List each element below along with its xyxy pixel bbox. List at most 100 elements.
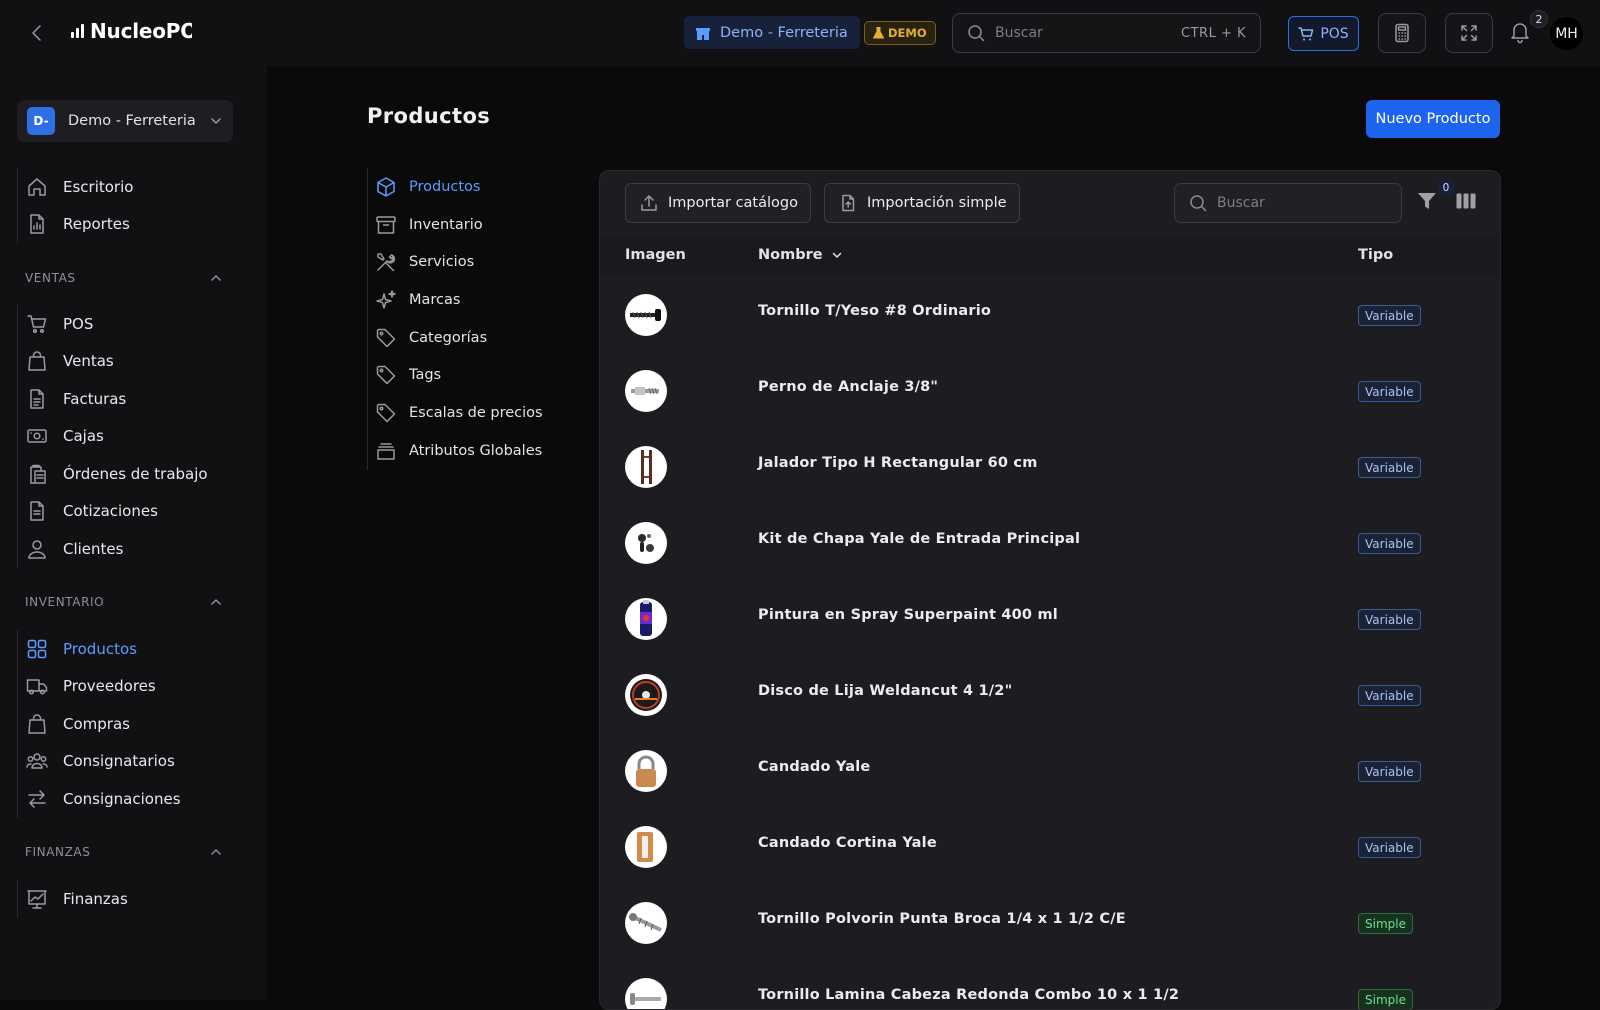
handle-icon <box>641 450 652 484</box>
product-thumbnail <box>625 902 667 944</box>
product-name: Tornillo Polvorin Punta Broca 1/4 x 1 1/… <box>758 911 1126 927</box>
subnav-item-categorias[interactable]: Categorías <box>368 319 543 357</box>
product-thumbnail <box>625 370 667 412</box>
table-search[interactable] <box>1174 183 1402 223</box>
type-badge: Variable <box>1358 685 1421 706</box>
columns-icon[interactable] <box>1456 193 1476 209</box>
sidebar-item-productos[interactable]: Productos <box>18 630 181 668</box>
org-badge: D- <box>27 107 55 135</box>
stack-icon <box>377 442 395 460</box>
table-row[interactable]: Tornillo T/Yeso #8 Ordinario Variable <box>600 277 1500 353</box>
section-finanzas[interactable]: FINANZAS <box>25 845 223 859</box>
subnav-label: Productos <box>409 178 481 195</box>
drill-screw-icon <box>629 913 662 932</box>
subnav-label: Inventario <box>409 216 483 233</box>
avatar[interactable]: MH <box>1550 17 1583 50</box>
arrows-icon <box>28 790 46 808</box>
subnav-item-atributos[interactable]: Atributos Globales <box>368 432 543 470</box>
type-badge: Simple <box>1358 913 1413 934</box>
type-badge: Variable <box>1358 761 1421 782</box>
sidebar-item-facturas[interactable]: Facturas <box>18 380 208 418</box>
sidebar-item-label: Proveedores <box>63 677 156 696</box>
subnav-item-escalas[interactable]: Escalas de precios <box>368 394 543 432</box>
tag-icon <box>376 328 396 347</box>
product-thumbnail <box>625 978 667 1009</box>
sidebar-item-proveedores[interactable]: Proveedores <box>18 668 181 706</box>
sidebar-item-ventas[interactable]: Ventas <box>18 343 208 381</box>
import-catalog-button[interactable]: Importar catálogo <box>625 183 811 223</box>
subnav-item-productos[interactable]: Productos <box>368 168 543 206</box>
subnav-item-servicios[interactable]: Servicios <box>368 243 543 281</box>
table-row[interactable]: Candado Yale Variable <box>600 733 1500 809</box>
product-thumbnail <box>625 750 667 792</box>
product-name: Candado Cortina Yale <box>758 835 937 851</box>
new-product-button[interactable]: Nuevo Producto <box>1366 100 1500 138</box>
org-selector[interactable]: D- Demo - Ferreteria <box>17 100 233 142</box>
sidebar-item-consignatarios[interactable]: Consignatarios <box>18 743 181 781</box>
sidebar-item-reportes[interactable]: Reportes <box>18 206 133 244</box>
table-row[interactable]: Tornillo Lamina Cabeza Redonda Combo 10 … <box>600 961 1500 1009</box>
table-row[interactable]: Jalador Tipo H Rectangular 60 cm Variabl… <box>600 429 1500 505</box>
fullscreen-button[interactable] <box>1445 13 1493 53</box>
table-search-input[interactable] <box>1217 195 1377 211</box>
global-search-input[interactable] <box>995 25 1155 41</box>
back-icon[interactable] <box>26 21 48 45</box>
store-icon <box>696 27 710 40</box>
subnav-item-tags[interactable]: Tags <box>368 356 543 394</box>
table-row[interactable]: Pintura en Spray Superpaint 400 ml Varia… <box>600 581 1500 657</box>
table-header: Imagen Nombre Tipo <box>600 235 1500 277</box>
subnav-label: Atributos Globales <box>409 442 543 459</box>
sidebar-item-escritorio[interactable]: Escritorio <box>18 168 133 206</box>
sidebar-item-label: POS <box>63 314 94 333</box>
sidebar-item-consignaciones[interactable]: Consignaciones <box>18 780 181 818</box>
sidebar-item-label: Reportes <box>63 215 130 234</box>
section-title: FINANZAS <box>25 845 91 859</box>
notifications-count: 2 <box>1530 10 1548 28</box>
subnav-item-inventario[interactable]: Inventario <box>368 206 543 244</box>
upload-icon <box>641 195 657 211</box>
nav-group-finanzas: Finanzas <box>17 880 128 918</box>
chart-icon <box>27 890 47 909</box>
bag-icon <box>28 714 46 734</box>
user-icon <box>28 540 46 559</box>
calculator-button[interactable] <box>1378 13 1426 53</box>
type-badge: Variable <box>1358 381 1421 402</box>
section-title: VENTAS <box>25 271 76 285</box>
sidebar-item-label: Escritorio <box>63 177 134 196</box>
filter-icon[interactable] <box>1417 191 1437 211</box>
sidebar-item-ordenes[interactable]: Órdenes de trabajo <box>18 455 208 493</box>
section-inventario[interactable]: INVENTARIO <box>25 595 223 609</box>
sidebar-item-finanzas[interactable]: Finanzas <box>18 880 128 918</box>
pos-button[interactable]: POS <box>1288 16 1359 51</box>
table-row[interactable]: Candado Cortina Yale Variable <box>600 809 1500 885</box>
import-simple-button[interactable]: Importación simple <box>824 183 1020 223</box>
sidebar-item-clientes[interactable]: Clientes <box>18 530 208 568</box>
app-logo[interactable]: NucleoPOS <box>71 19 192 43</box>
clipboard-icon <box>30 464 46 484</box>
subnav-item-marcas[interactable]: Marcas <box>368 281 543 319</box>
bell-icon[interactable] <box>1509 20 1531 44</box>
demo-badge: DEMO <box>864 21 936 45</box>
sidebar-item-label: Finanzas <box>63 889 128 908</box>
section-ventas[interactable]: VENTAS <box>25 271 223 285</box>
column-name[interactable]: Nombre <box>758 247 843 263</box>
app-name: NucleoPOS <box>90 19 192 43</box>
report-icon <box>30 214 44 234</box>
import-catalog-label: Importar catálogo <box>668 195 798 211</box>
sidebar-item-pos[interactable]: POS <box>18 305 208 343</box>
global-search[interactable]: CTRL + K <box>952 13 1261 53</box>
sidebar-item-label: Ventas <box>63 352 114 371</box>
section-title: INVENTARIO <box>25 595 105 609</box>
type-badge: Variable <box>1358 533 1421 554</box>
product-name: Kit de Chapa Yale de Entrada Principal <box>758 531 1081 547</box>
table-row[interactable]: Kit de Chapa Yale de Entrada Principal V… <box>600 505 1500 581</box>
table-row[interactable]: Tornillo Polvorin Punta Broca 1/4 x 1 1/… <box>600 885 1500 961</box>
table-row[interactable]: Disco de Lija Weldancut 4 1/2" Variable <box>600 657 1500 733</box>
sidebar-item-cotizaciones[interactable]: Cotizaciones <box>18 493 208 531</box>
sidebar-item-compras[interactable]: Compras <box>18 705 181 743</box>
product-thumbnail <box>625 674 667 716</box>
store-chip[interactable]: Demo - Ferreteria <box>684 16 860 49</box>
sidebar-item-cajas[interactable]: Cajas <box>18 418 208 456</box>
document-icon <box>30 389 44 409</box>
table-row[interactable]: Perno de Anclaje 3/8" Variable <box>600 353 1500 429</box>
